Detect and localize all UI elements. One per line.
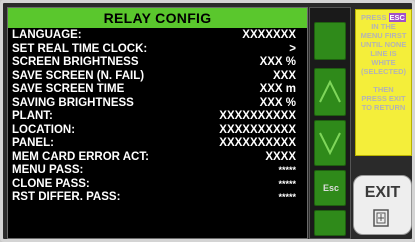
exit-door-icon bbox=[373, 209, 389, 227]
setting-row-save-screen-time[interactable]: SAVE SCREEN TIME XXX m bbox=[12, 83, 304, 97]
down-button[interactable] bbox=[314, 120, 346, 166]
setting-row-clone-pass[interactable]: CLONE PASS: ***** bbox=[12, 178, 304, 192]
setting-row-menu-pass[interactable]: MENU PASS: ***** bbox=[12, 164, 304, 178]
instruction-text: IN THE bbox=[371, 22, 396, 31]
setting-value: ***** bbox=[278, 178, 296, 189]
instruction-text: WHITE bbox=[371, 58, 396, 67]
setting-row-language[interactable]: LANGUAGE: XXXXXXX bbox=[12, 29, 304, 43]
setting-value: XXXX bbox=[265, 150, 296, 163]
setting-label: PANEL: bbox=[12, 137, 54, 149]
setting-label: SAVING BRIGHTNESS bbox=[12, 96, 134, 109]
setting-label: CLONE PASS: bbox=[12, 177, 90, 190]
page-title: RELAY CONFIG bbox=[8, 8, 307, 28]
setting-value: ***** bbox=[278, 192, 296, 202]
instruction-text: UNTIL NONE bbox=[360, 40, 407, 49]
setting-row-plant[interactable]: PLANT: XXXXXXXXXX bbox=[12, 110, 304, 124]
instruction-text: LINE IS bbox=[370, 49, 397, 58]
instruction-text: (SELECTED) bbox=[361, 67, 406, 76]
setting-value: > bbox=[289, 42, 296, 55]
instruction-text: TO RETURN bbox=[361, 103, 406, 112]
instruction-text: MENU FIRST bbox=[360, 31, 407, 40]
side-button-column: Esc bbox=[309, 7, 351, 239]
setting-row-save-screen-n-fail[interactable]: SAVE SCREEN (N. FAIL) XXX bbox=[12, 70, 304, 84]
setting-value: XXX bbox=[272, 69, 296, 82]
arrow-up-icon bbox=[319, 79, 341, 103]
device-screen: RELAY CONFIG LANGUAGE: XXXXXXX SET REAL … bbox=[0, 0, 415, 242]
instruction-spacer bbox=[356, 76, 411, 85]
instruction-note: PRESS ESC IN THE MENU FIRST UNTIL NONE L… bbox=[355, 9, 412, 156]
relay-config-panel: RELAY CONFIG LANGUAGE: XXXXXXX SET REAL … bbox=[7, 7, 308, 239]
setting-row-rst-differ-pass[interactable]: RST DIFFER. PASS: ***** bbox=[12, 191, 304, 205]
setting-label: PLANT: bbox=[12, 110, 53, 122]
exit-label: EXIT bbox=[364, 184, 401, 201]
setting-label: MEM CARD ERROR ACT: bbox=[12, 150, 149, 163]
setting-label: MENU PASS: bbox=[12, 164, 84, 176]
esc-tag: ESC bbox=[388, 13, 406, 22]
blank-green-button-top[interactable] bbox=[314, 22, 346, 60]
setting-label: LOCATION: bbox=[12, 123, 76, 136]
setting-value: XXXXXXX bbox=[242, 29, 296, 41]
setting-label: SAVE SCREEN (N. FAIL) bbox=[12, 69, 145, 82]
arrow-down-icon bbox=[319, 132, 341, 156]
setting-row-screen-brightness[interactable]: SCREEN BRIGHTNESS XXX % bbox=[12, 56, 304, 70]
esc-label: Esc bbox=[322, 183, 339, 193]
setting-value: XXX % bbox=[259, 96, 296, 109]
setting-value: XXXXXXXXXX bbox=[219, 137, 296, 149]
setting-row-mem-card-error-act[interactable]: MEM CARD ERROR ACT: XXXX bbox=[12, 151, 304, 165]
setting-row-saving-brightness[interactable]: SAVING BRIGHTNESS XXX % bbox=[12, 97, 304, 111]
esc-button[interactable]: Esc bbox=[314, 170, 346, 206]
setting-label: LANGUAGE: bbox=[12, 29, 82, 41]
instruction-text: THEN bbox=[373, 85, 394, 94]
setting-row-real-time-clock[interactable]: SET REAL TIME CLOCK: > bbox=[12, 43, 304, 57]
setting-label: SCREEN BRIGHTNESS bbox=[12, 56, 139, 68]
setting-value: XXX m bbox=[259, 83, 296, 95]
exit-button[interactable]: EXIT bbox=[353, 175, 412, 235]
setting-value: ***** bbox=[278, 165, 296, 175]
blank-green-button-bottom[interactable] bbox=[314, 210, 346, 236]
up-button[interactable] bbox=[314, 68, 346, 116]
instruction-text: PRESS EXIT bbox=[361, 94, 406, 103]
setting-value: XXXXXXXXXX bbox=[219, 123, 296, 136]
setting-value: XXX % bbox=[259, 56, 296, 68]
setting-value: XXXXXXXXXX bbox=[219, 110, 296, 122]
setting-label: SET REAL TIME CLOCK: bbox=[12, 42, 148, 55]
settings-list: LANGUAGE: XXXXXXX SET REAL TIME CLOCK: >… bbox=[12, 29, 304, 205]
setting-row-panel[interactable]: PANEL: XXXXXXXXXX bbox=[12, 137, 304, 151]
setting-label: SAVE SCREEN TIME bbox=[12, 83, 125, 95]
setting-row-location[interactable]: LOCATION: XXXXXXXXXX bbox=[12, 124, 304, 138]
instruction-text: PRESS bbox=[361, 13, 387, 22]
setting-label: RST DIFFER. PASS: bbox=[12, 191, 121, 203]
